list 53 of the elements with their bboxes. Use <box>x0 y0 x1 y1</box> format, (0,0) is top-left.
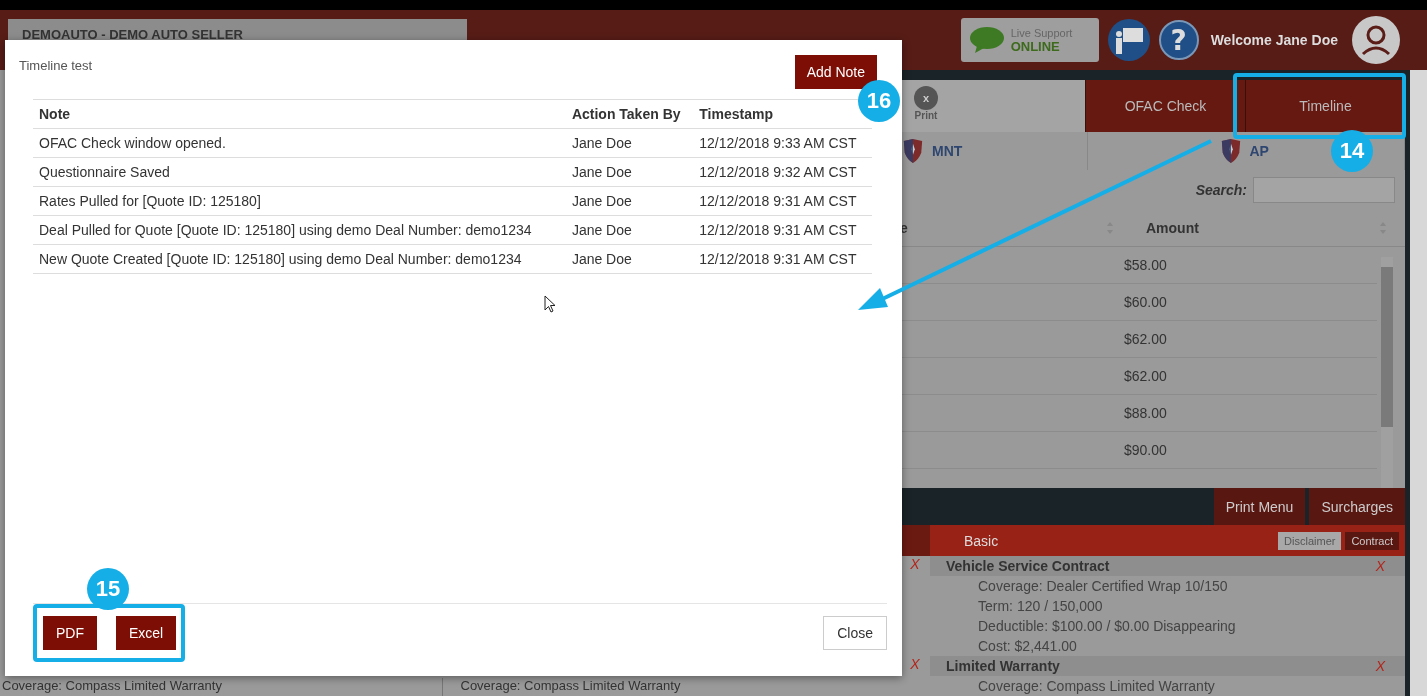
table-cell: 12/12/2018 9:31 AM CST <box>693 186 872 216</box>
dialog-title: Timeline test <box>19 58 93 73</box>
help-button[interactable]: ? <box>1158 20 1199 60</box>
table-cell: New Quote Created [Quote ID: 125180] using demo Deal Number: demo1234 <box>33 244 566 274</box>
coverage-text: Coverage: Compass Limited Warranty <box>0 678 443 696</box>
table-cell: Deal Pulled for Quote [Quote ID: 125180] using demo Deal Number: demo1234 <box>33 215 566 245</box>
chat-bubble-icon <box>968 26 1005 54</box>
table-cell: Jane Doe <box>565 244 694 274</box>
add-note-button[interactable]: Add Note <box>794 55 877 89</box>
close-button[interactable]: Close <box>823 616 887 650</box>
shield-icon <box>902 137 924 164</box>
page-scrollbar[interactable] <box>1405 70 1427 696</box>
panel-tab[interactable]: Timeline <box>1245 80 1405 132</box>
item-detail: Cost: $2,441.00 <box>978 637 1078 656</box>
table-cell: Jane Doe <box>565 128 694 158</box>
print-label: Print <box>914 110 938 121</box>
scrollbar[interactable] <box>1381 256 1393 489</box>
section-button[interactable]: Disclaimer <box>1278 531 1342 550</box>
welcome-text: Welcome Jane Doe <box>1210 32 1338 48</box>
search-field[interactable] <box>1253 176 1395 203</box>
table-cell: Jane Doe <box>565 157 694 187</box>
item-detail: Deductible: $100.00 / $0.00 Disappearing <box>978 617 1237 636</box>
shield-icon <box>1219 137 1242 164</box>
table-cell: 12/12/2018 9:31 AM CST <box>693 215 872 245</box>
close-print-button[interactable]: x <box>914 86 938 110</box>
item-header: Limited Warranty X <box>930 656 1405 676</box>
column-header[interactable]: Amount <box>1120 209 1405 246</box>
section-title: Basic <box>964 532 999 549</box>
table-cell: 12/12/2018 9:31 AM CST <box>693 244 872 274</box>
panel-button[interactable]: Surcharges <box>1309 488 1405 526</box>
panel-button[interactable]: Print Menu <box>1213 488 1306 526</box>
table-cell: Questionnaire Saved <box>33 157 566 187</box>
table-cell: OFAC Check window opened. <box>33 128 566 158</box>
export-button[interactable]: Excel <box>116 616 177 650</box>
table-cell: 12/12/2018 9:32 AM CST <box>693 157 872 187</box>
column-header: Action Taken By <box>565 99 694 129</box>
section-button[interactable]: Contract <box>1345 531 1399 550</box>
coverage-text: Coverage: Compass Limited Warranty <box>459 678 682 695</box>
training-icon[interactable] <box>1106 18 1151 62</box>
user-avatar-icon[interactable] <box>1352 16 1400 64</box>
export-button[interactable]: PDF <box>43 616 97 650</box>
item-detail: Coverage: Compass Limited Warranty <box>978 677 1216 696</box>
table-cell: Rates Pulled for [Quote ID: 125180] <box>33 186 566 216</box>
table-cell: 12/12/2018 9:33 AM CST <box>693 128 872 158</box>
item-header: Vehicle Service Contract X <box>930 556 1405 576</box>
column-header: Note <box>33 99 566 129</box>
item-detail: Coverage: Dealer Certified Wrap 10/150 <box>978 577 1229 596</box>
mouse-cursor-icon <box>544 295 556 313</box>
table-cell: Jane Doe <box>565 186 694 216</box>
table-cell: Jane Doe <box>565 215 694 245</box>
item-detail: Term: 120 / 150,000 <box>978 597 1104 616</box>
panel-tab[interactable]: OFAC Check <box>1085 80 1245 132</box>
search-label: Search: <box>1195 181 1247 198</box>
